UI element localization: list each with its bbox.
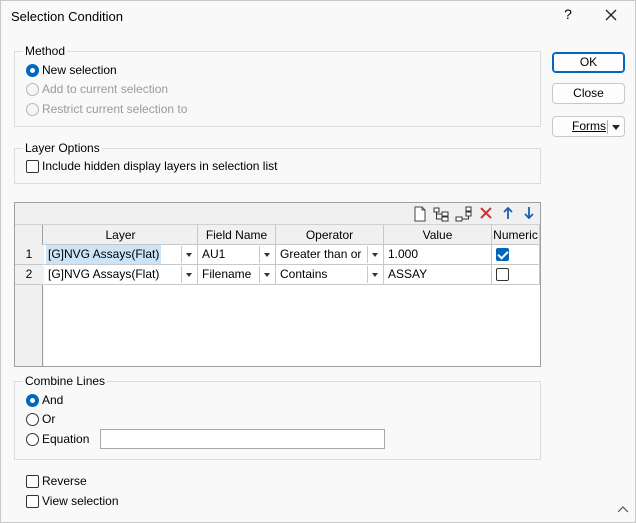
radio-label: Equation — [42, 432, 90, 446]
radio-label: Restrict current selection to — [42, 102, 188, 116]
chevron-down-icon[interactable] — [367, 246, 382, 263]
insert-row-icon — [433, 207, 449, 222]
numeric-checkbox[interactable] — [496, 268, 509, 281]
row-number[interactable]: 1 — [15, 245, 43, 265]
collapse-icon[interactable] — [617, 502, 629, 516]
chevron-down-icon[interactable] — [259, 246, 274, 263]
value-cell[interactable]: 1.000 — [384, 245, 492, 265]
field-value: AU1 — [202, 247, 226, 261]
append-row-button[interactable] — [455, 205, 473, 223]
layer-combo[interactable]: [G]NVG Assays(Flat) — [44, 265, 198, 285]
help-button[interactable]: ? — [559, 6, 577, 26]
new-row-button[interactable] — [411, 205, 429, 223]
radio-button[interactable] — [26, 412, 39, 426]
radio-new-selection[interactable]: New selection — [26, 62, 117, 78]
insert-row-button[interactable] — [433, 205, 451, 223]
radio-button-disabled — [26, 102, 39, 116]
move-up-icon — [503, 206, 513, 219]
radio-button-disabled — [26, 82, 39, 96]
include-hidden-checkbox[interactable] — [26, 159, 39, 173]
layer-value: [G]NVG Assays(Flat) — [48, 267, 160, 281]
radio-button-checked[interactable] — [26, 393, 39, 407]
append-row-icon — [455, 206, 472, 222]
chevron-down-icon[interactable] — [259, 266, 274, 283]
grid-empty-area[interactable] — [44, 285, 540, 366]
field-value: Filename — [202, 267, 252, 281]
view-selection-checkbox[interactable] — [26, 494, 39, 508]
radio-and[interactable]: And — [26, 392, 63, 408]
field-combo[interactable]: AU1 — [198, 245, 276, 265]
reverse-checkbox-row[interactable]: Reverse — [26, 473, 87, 489]
selection-condition-dialog: Selection Condition ? Method New selecti… — [0, 0, 636, 523]
column-header-layer[interactable]: Layer — [44, 225, 198, 245]
chevron-down-icon[interactable] — [181, 246, 196, 263]
radio-button[interactable] — [26, 432, 39, 446]
layer-value: [G]NVG Assays(Flat) — [46, 245, 162, 264]
delete-icon — [480, 207, 492, 219]
forms-divider — [607, 120, 608, 134]
move-up-button[interactable] — [499, 205, 517, 223]
value-cell[interactable]: ASSAY — [384, 265, 492, 285]
chevron-down-icon[interactable] — [181, 266, 196, 283]
column-header-field-name[interactable]: Field Name — [198, 225, 276, 245]
radio-label: Or — [42, 412, 56, 426]
title-bar: Selection Condition ? — [1, 1, 635, 32]
column-header-operator[interactable]: Operator — [276, 225, 384, 245]
field-combo[interactable]: Filename — [198, 265, 276, 285]
view-selection-checkbox-row[interactable]: View selection — [26, 493, 119, 509]
radio-label: Add to current selection — [42, 82, 169, 96]
forms-button[interactable]: Forms — [552, 116, 625, 137]
operator-value: Greater than or — [280, 247, 362, 261]
grid-body: Layer Field Name Operator Value Numeric … — [15, 225, 540, 366]
operator-combo[interactable]: Contains — [276, 265, 384, 285]
numeric-cell[interactable] — [492, 245, 540, 265]
close-icon — [605, 9, 617, 21]
operator-value: Contains — [280, 267, 328, 281]
grid-toolbar — [15, 203, 540, 225]
condition-grid: Layer Field Name Operator Value Numeric … — [14, 202, 541, 367]
reverse-label: Reverse — [42, 474, 87, 488]
combine-lines-label: Combine Lines — [23, 374, 108, 388]
radio-restrict-current: Restrict current selection to — [26, 101, 187, 117]
numeric-cell[interactable] — [492, 265, 540, 285]
delete-row-button[interactable] — [477, 205, 495, 223]
view-selection-label: View selection — [42, 494, 119, 508]
equation-input[interactable] — [100, 429, 385, 449]
chevron-down-icon[interactable] — [367, 266, 382, 283]
radio-add-to-current: Add to current selection — [26, 81, 168, 97]
include-hidden-checkbox-row[interactable]: Include hidden display layers in selecti… — [26, 158, 277, 174]
forms-button-label: Forms — [572, 119, 606, 133]
include-hidden-label: Include hidden display layers in selecti… — [42, 159, 278, 173]
column-header-value[interactable]: Value — [384, 225, 492, 245]
radio-equation[interactable]: Equation — [26, 431, 89, 447]
close-window-button[interactable] — [597, 5, 625, 27]
method-group-label: Method — [23, 44, 68, 58]
radio-label: New selection — [42, 63, 117, 77]
chevron-down-icon[interactable] — [612, 125, 620, 130]
radio-button-checked[interactable] — [26, 63, 39, 77]
ok-button[interactable]: OK — [552, 52, 625, 73]
numeric-checkbox[interactable] — [496, 248, 509, 261]
reverse-checkbox[interactable] — [26, 474, 39, 488]
radio-label: And — [42, 393, 64, 407]
row-number[interactable]: 2 — [15, 265, 43, 285]
move-down-button[interactable] — [520, 205, 538, 223]
window-title: Selection Condition — [11, 9, 124, 24]
operator-combo[interactable]: Greater than or — [276, 245, 384, 265]
radio-or[interactable]: Or — [26, 411, 55, 427]
layer-options-label: Layer Options — [23, 141, 102, 155]
column-header-numeric[interactable]: Numeric — [492, 225, 540, 245]
layer-combo[interactable]: [G]NVG Assays(Flat) — [44, 245, 198, 265]
new-row-icon — [414, 206, 426, 222]
move-down-icon — [524, 207, 534, 220]
close-button[interactable]: Close — [552, 83, 625, 104]
